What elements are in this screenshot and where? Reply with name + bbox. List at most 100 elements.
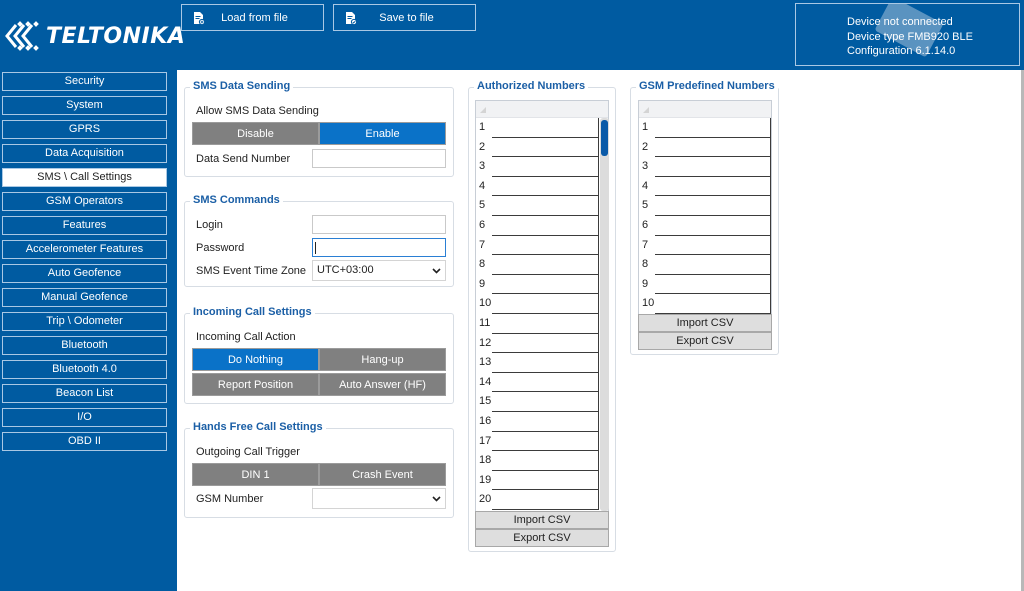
hang-up-option[interactable]: Hang-up xyxy=(319,348,446,371)
disable-option[interactable]: Disable xyxy=(192,122,319,145)
number-cell[interactable] xyxy=(492,451,599,471)
sidebar-item-sms-call-settings[interactable]: SMS \ Call Settings xyxy=(2,168,167,187)
sidebar-item-security[interactable]: Security xyxy=(2,72,167,91)
grid-header xyxy=(639,101,771,118)
row-number: 8 xyxy=(476,255,492,275)
sidebar-item-features[interactable]: Features xyxy=(2,216,167,235)
sms-data-sending-group: SMS Data Sending Allow SMS Data Sending … xyxy=(184,80,454,177)
grid-header xyxy=(476,101,608,118)
scrollbar-thumb[interactable] xyxy=(601,120,608,156)
save-to-file-button[interactable]: Save to file xyxy=(333,4,476,31)
login-input[interactable] xyxy=(312,215,446,234)
import-csv-button[interactable]: Import CSV xyxy=(475,511,609,529)
auto-answer-option[interactable]: Auto Answer (HF) xyxy=(319,373,446,396)
export-csv-button[interactable]: Export CSV xyxy=(638,332,772,350)
row-number: 10 xyxy=(639,294,655,314)
row-number: 6 xyxy=(639,215,655,236)
password-input[interactable] xyxy=(312,238,446,257)
number-cell[interactable] xyxy=(492,431,599,452)
number-cell[interactable] xyxy=(655,215,771,236)
gsm-number-select[interactable] xyxy=(312,488,446,509)
export-csv-button[interactable]: Export CSV xyxy=(475,529,609,547)
sidebar-item-system[interactable]: System xyxy=(2,96,167,115)
number-cell[interactable] xyxy=(655,235,771,256)
number-cell[interactable] xyxy=(655,274,771,295)
sidebar-item-trip-odometer[interactable]: Trip \ Odometer xyxy=(2,312,167,331)
number-cell[interactable] xyxy=(655,137,771,158)
number-cell[interactable] xyxy=(492,411,599,432)
row-number: 1 xyxy=(639,118,655,138)
import-csv-button[interactable]: Import CSV xyxy=(638,314,772,332)
sidebar-item-beacon-list[interactable]: Beacon List xyxy=(2,384,167,403)
sidebar-item-gprs[interactable]: GPRS xyxy=(2,120,167,139)
row-number: 2 xyxy=(639,137,655,158)
number-cell[interactable] xyxy=(492,157,599,177)
number-cell[interactable] xyxy=(492,274,599,295)
enable-option[interactable]: Enable xyxy=(319,122,446,145)
number-cell[interactable] xyxy=(492,313,599,334)
data-send-number-input[interactable] xyxy=(312,149,446,168)
row-number: 10 xyxy=(476,294,492,314)
number-cell[interactable] xyxy=(655,294,771,314)
number-cell[interactable] xyxy=(655,118,771,138)
sidebar-item-data-acquisition[interactable]: Data Acquisition xyxy=(2,144,167,163)
chevron-down-icon xyxy=(432,268,441,274)
sms-commands-title: SMS Commands xyxy=(190,194,283,206)
incoming-call-settings-title: Incoming Call Settings xyxy=(190,306,315,318)
sidebar-item-manual-geofence[interactable]: Manual Geofence xyxy=(2,288,167,307)
number-cell[interactable] xyxy=(655,196,771,216)
authorized-numbers-group: Authorized Numbers 1 2 3 4 5 6 7 8 9 10 11 12 13 14 15… xyxy=(468,80,616,552)
number-cell[interactable] xyxy=(492,490,599,510)
data-send-number-label: Data Send Number xyxy=(196,153,291,165)
row-number: 7 xyxy=(476,235,492,256)
do-nothing-option[interactable]: Do Nothing xyxy=(192,348,319,371)
number-cell[interactable] xyxy=(655,255,771,275)
number-cell[interactable] xyxy=(492,294,599,314)
number-cell[interactable] xyxy=(655,176,771,197)
number-cell[interactable] xyxy=(492,353,599,373)
crash-event-option[interactable]: Crash Event xyxy=(319,463,446,486)
sidebar-item-gsm-operators[interactable]: GSM Operators xyxy=(2,192,167,211)
gsm-number-label: GSM Number xyxy=(196,493,264,505)
number-cell[interactable] xyxy=(492,176,599,197)
number-cell[interactable] xyxy=(492,372,599,393)
sidebar-item-io[interactable]: I/O xyxy=(2,408,167,427)
row-number: 5 xyxy=(639,196,655,216)
row-number: 19 xyxy=(476,470,492,491)
row-number: 12 xyxy=(476,333,492,354)
vertical-scrollbar[interactable] xyxy=(600,118,609,511)
report-position-option[interactable]: Report Position xyxy=(192,373,319,396)
outgoing-call-trigger-label: Outgoing Call Trigger xyxy=(196,446,300,458)
sidebar-item-auto-geofence[interactable]: Auto Geofence xyxy=(2,264,167,283)
sidebar-item-obd-ii[interactable]: OBD II xyxy=(2,432,167,451)
number-cell[interactable] xyxy=(492,118,599,138)
sidebar-item-bluetooth-4[interactable]: Bluetooth 4.0 xyxy=(2,360,167,379)
select-all-corner-icon[interactable] xyxy=(478,103,488,115)
row-number: 4 xyxy=(639,176,655,197)
number-cell[interactable] xyxy=(492,196,599,216)
number-cell[interactable] xyxy=(492,333,599,354)
number-cell[interactable] xyxy=(492,392,599,412)
login-label: Login xyxy=(196,219,223,231)
number-cell[interactable] xyxy=(655,157,771,177)
number-cell[interactable] xyxy=(492,235,599,256)
time-zone-select[interactable]: UTC+03:00 xyxy=(312,260,446,281)
incoming-call-action-label: Incoming Call Action xyxy=(196,331,296,343)
sidebar-item-accelerometer-features[interactable]: Accelerometer Features xyxy=(2,240,167,259)
row-number: 14 xyxy=(476,372,492,393)
din1-option[interactable]: DIN 1 xyxy=(192,463,319,486)
sms-event-time-zone-label: SMS Event Time Zone xyxy=(196,265,307,277)
gsm-predefined-numbers-group: GSM Predefined Numbers 1 2 3 4 5 6 7 8 9 10 Impor… xyxy=(630,80,779,355)
number-cell[interactable] xyxy=(492,215,599,236)
sidebar: Security System GPRS Data Acquisition SM… xyxy=(0,70,177,591)
sidebar-item-bluetooth[interactable]: Bluetooth xyxy=(2,336,167,355)
number-cell[interactable] xyxy=(492,137,599,158)
number-cell[interactable] xyxy=(492,470,599,491)
device-status: Device not connected xyxy=(847,16,953,28)
load-from-file-button[interactable]: Load from file xyxy=(181,4,324,31)
row-number: 7 xyxy=(639,235,655,256)
select-all-corner-icon[interactable] xyxy=(641,103,651,115)
number-cell[interactable] xyxy=(492,255,599,275)
row-number: 1 xyxy=(476,118,492,138)
incoming-call-settings-group: Incoming Call Settings Incoming Call Act… xyxy=(184,306,454,404)
